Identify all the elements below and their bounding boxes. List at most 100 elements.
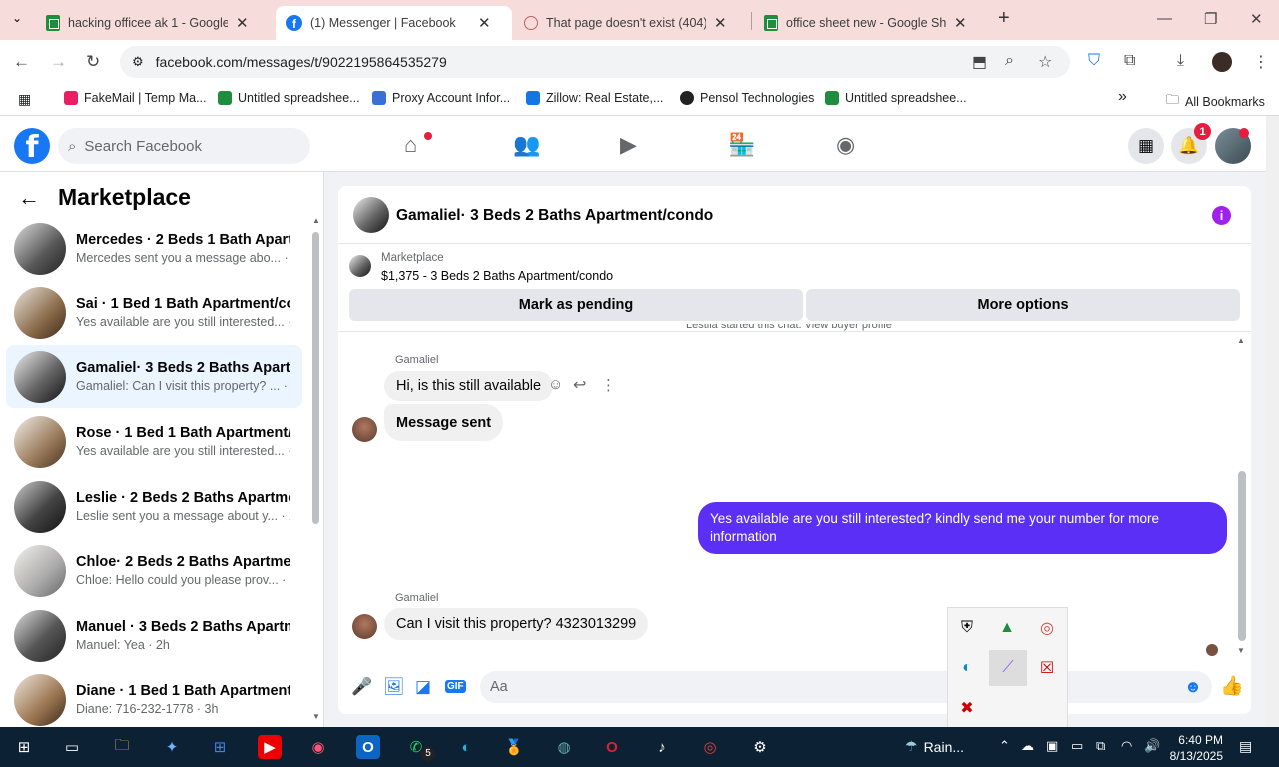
gamaliel-avatar[interactable] (352, 614, 377, 639)
circle-app-icon[interactable]: ◍ (552, 735, 576, 759)
back-arrow-icon[interactable]: ← (18, 185, 40, 211)
conversation-mercedes[interactable]: Mercedes · 2 Beds 1 Bath Apart... Mercede… (6, 217, 302, 280)
battery-icon[interactable]: ▭ (1071, 738, 1083, 754)
close-tab-icon[interactable]: ✕ (478, 14, 491, 32)
windows-start-icon[interactable]: ⊞ (12, 735, 36, 759)
listing-avatar[interactable] (353, 197, 389, 233)
page-scrollbar-track[interactable] (1266, 116, 1279, 727)
tab-office-sheet[interactable]: office sheet new - Google Sheets ✕ (754, 6, 990, 40)
tray-overflow-chevron-icon[interactable]: ⌃ (999, 738, 1010, 754)
new-tab-button[interactable]: + (998, 7, 1010, 30)
conversation-sai[interactable]: Sai · 1 Bed 1 Bath Apartment/co... Yes av… (6, 281, 302, 344)
conversation-gamaliel[interactable]: Gamaliel· 3 Beds 2 Baths Apart... Gamalie… (6, 345, 302, 408)
forward-icon[interactable]: → (50, 52, 67, 72)
colorful-app-icon[interactable]: ◉ (306, 735, 330, 759)
home-icon[interactable]: ⌂ (404, 132, 417, 158)
address-bar[interactable]: ⚙ facebook.com/messages/t/90221958645352… (120, 46, 1070, 78)
profile-avatar[interactable] (1212, 52, 1232, 72)
copilot-icon[interactable]: ✦ (160, 735, 184, 759)
message-bubble[interactable]: Hi, is this still available (384, 371, 554, 401)
back-icon[interactable]: ← (13, 52, 30, 72)
download-icon[interactable]: ⤓ (1177, 52, 1184, 70)
more-actions-icon[interactable]: ⋮ (601, 376, 616, 394)
google-drive-icon[interactable]: ▲ (994, 615, 1020, 641)
security-shield-icon[interactable]: ⛨ (954, 615, 980, 641)
edge-browser-icon[interactable]: ◐ (454, 735, 478, 759)
menu-grid-icon[interactable]: ▦ (1128, 128, 1164, 164)
react-emoji-icon[interactable]: ☺ (548, 376, 563, 393)
mark-as-pending-button[interactable]: Mark as pending (349, 289, 803, 321)
scroll-down-arrow-icon[interactable]: ▼ (1237, 646, 1245, 655)
microphone-icon[interactable]: 🎤 (351, 677, 372, 697)
feather-app-icon[interactable]: ⟋ (989, 650, 1027, 686)
device-icon[interactable]: ▣ (1046, 738, 1058, 754)
message-bubble[interactable]: Message sent (384, 404, 504, 441)
bookmark-zillow[interactable]: Zillow: Real Estate,... (526, 91, 663, 105)
reload-icon[interactable]: ↻ (86, 52, 100, 72)
info-icon[interactable]: i (1212, 206, 1231, 225)
tab-messenger[interactable]: f (1) Messenger | Facebook ✕ (276, 6, 512, 40)
minimize-icon[interactable]: — (1157, 10, 1172, 27)
conversation-list-scrollbar[interactable] (312, 232, 319, 524)
network-icon[interactable]: ⧉ (1096, 738, 1105, 754)
system-clock[interactable]: 6:40 PM 8/13/2025 (1168, 732, 1223, 764)
close-window-icon[interactable]: ✕ (1250, 10, 1263, 28)
bookmark-star-icon[interactable]: ☆ (1038, 52, 1052, 72)
gif-icon[interactable]: GIF (445, 680, 466, 693)
facebook-search-input[interactable]: ⌕ Search Facebook (58, 128, 310, 164)
sticker-icon[interactable]: ◪ (415, 677, 431, 697)
like-thumbs-up-icon[interactable]: 👍 (1220, 674, 1244, 698)
install-app-icon[interactable]: ⬒ (972, 52, 987, 72)
conversation-chloe[interactable]: Chloe· 2 Beds 2 Baths Apartmen... Chloe: … (6, 539, 302, 602)
scroll-down-arrow-icon[interactable]: ▼ (312, 712, 320, 721)
scroll-up-arrow-icon[interactable]: ▲ (1237, 336, 1245, 345)
groups-icon[interactable]: ◉ (836, 132, 855, 158)
warning-device-icon[interactable]: ✖ (954, 695, 980, 721)
tiktok-icon[interactable]: ♪ (650, 735, 674, 759)
edge-icon[interactable]: ◐ (954, 655, 980, 681)
conversation-diane[interactable]: Diane · 1 Bed 1 Bath Apartment/... Diane:… (6, 668, 302, 731)
bookmark-proxy[interactable]: Proxy Account Infor... (372, 91, 510, 105)
settings-gear-icon[interactable]: ⚙ (748, 735, 772, 759)
onedrive-icon[interactable]: ☁ (1021, 738, 1034, 754)
reply-icon[interactable]: ↩ (573, 375, 586, 395)
scroll-up-arrow-icon[interactable]: ▲ (312, 216, 320, 225)
vpn-shield-icon[interactable]: ⛉ (1088, 52, 1100, 70)
chrome-taskbar-icon[interactable]: ◎ (698, 735, 722, 759)
photo-icon[interactable]: 🖼 (383, 677, 405, 697)
conversation-leslie[interactable]: Leslie · 2 Beds 2 Baths Apartme... Leslie… (6, 475, 302, 538)
tab-hacking-sheet[interactable]: hacking officee ak 1 - Google Sheets ✕ (36, 6, 272, 40)
bookmark-untitled-2[interactable]: Untitled spreadshee... (825, 91, 967, 105)
chrome-icon[interactable]: ◎ (1034, 615, 1060, 641)
store-icon[interactable]: ⊞ (208, 735, 232, 759)
volume-icon[interactable]: 🔊 (1144, 738, 1160, 754)
task-view-icon[interactable]: ▭ (60, 735, 84, 759)
wifi-icon[interactable]: ◠ (1121, 738, 1132, 754)
facebook-logo-icon[interactable]: f (14, 128, 50, 164)
opera-icon[interactable]: O (600, 735, 624, 759)
chat-title[interactable]: Gamaliel· 3 Beds 2 Baths Apartment/condo (396, 207, 713, 225)
bookmarks-overflow-icon[interactable]: » (1118, 88, 1127, 106)
all-bookmarks[interactable]: 🗀 All Bookmarks (1166, 91, 1265, 113)
apps-grid-icon[interactable]: ▦ (18, 91, 31, 108)
site-info-icon[interactable]: ⚙ (132, 54, 144, 70)
gamaliel-avatar[interactable] (352, 417, 377, 442)
message-bubble[interactable]: Can I visit this property? 4323013299 (384, 608, 649, 640)
tab-search-chevron-icon[interactable]: ⌄ (12, 11, 22, 25)
conversation-manuel[interactable]: Manuel · 3 Beds 2 Baths Apartm... Manuel:… (6, 604, 302, 667)
marketplace-icon[interactable]: 🏪 (728, 132, 755, 158)
listing-description[interactable]: $1,375 - 3 Beds 2 Baths Apartment/condo (381, 269, 613, 283)
bookmark-pensol[interactable]: Pensol Technologies (680, 91, 814, 105)
message-input[interactable]: Aa (480, 671, 1212, 703)
file-explorer-icon[interactable]: 🗀 (110, 735, 134, 759)
restore-icon[interactable]: ❐ (1204, 10, 1217, 28)
outlook-icon[interactable]: O (356, 735, 380, 759)
tab-404-page[interactable]: That page doesn't exist (404) - Proxy ✕ (514, 6, 750, 40)
bookmark-fakemail[interactable]: FakeMail | Temp Ma... (64, 91, 207, 105)
friends-icon[interactable]: 👥 (513, 132, 540, 158)
more-options-button[interactable]: More options (806, 289, 1240, 321)
emoji-icon[interactable]: ☻ (1184, 677, 1202, 697)
watch-icon[interactable]: ▶ (620, 132, 637, 158)
my-message-bubble[interactable]: Yes available are you still interested? … (698, 502, 1227, 554)
disabled-display-icon[interactable]: ☒ (1034, 655, 1060, 681)
